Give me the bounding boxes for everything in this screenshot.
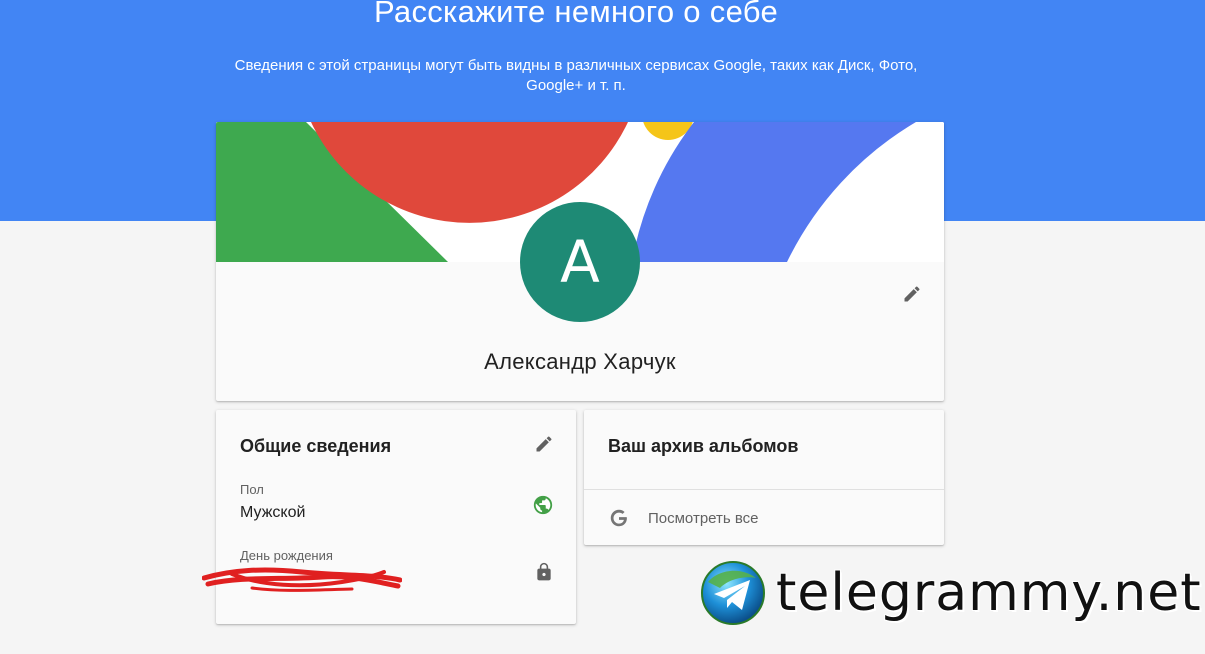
view-all-link[interactable]: Посмотреть все — [608, 506, 759, 530]
page-subtitle: Сведения с этой страницы могут быть видн… — [234, 57, 918, 94]
album-archive-card: Ваш архив альбомов Посмотреть все — [584, 410, 944, 545]
globe-icon[interactable] — [532, 494, 554, 516]
redaction-scribble — [202, 567, 402, 592]
telegram-logo-icon — [701, 561, 765, 625]
pencil-icon[interactable] — [534, 434, 554, 454]
gender-label: Пол — [240, 482, 264, 497]
lock-icon[interactable] — [534, 561, 554, 583]
profile-name: Александр Харчук — [484, 349, 676, 374]
birthday-label: День рождения — [240, 548, 333, 563]
general-info-title: Общие сведения — [240, 436, 392, 456]
album-archive-title: Ваш архив альбомов — [608, 436, 799, 456]
view-all-label: Посмотреть все — [648, 509, 759, 527]
general-info-card: Общие сведения Пол Мужской День рождения — [202, 410, 576, 624]
pencil-icon[interactable] — [902, 284, 922, 304]
page-title: Расскажите немного о себе — [373, 0, 779, 29]
google-g-icon — [610, 509, 628, 527]
profile-card: A Александр Харчук — [216, 122, 944, 401]
divider — [584, 489, 944, 490]
watermark-text: telegrammy.net — [776, 563, 1202, 623]
avatar[interactable]: A — [520, 202, 640, 322]
gender-value: Мужской — [240, 504, 306, 521]
watermark: telegrammy.net — [700, 558, 1201, 628]
